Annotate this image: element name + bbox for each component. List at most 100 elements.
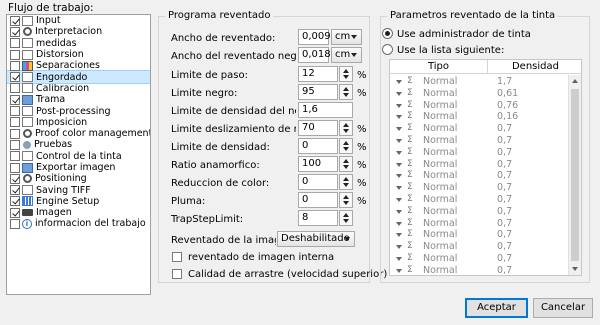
expand-arrow-icon[interactable] — [396, 115, 402, 120]
scroll-thumb[interactable] — [571, 89, 579, 261]
table-row[interactable]: Σ Normal 0,7 — [390, 135, 568, 147]
workflow-item-checkbox[interactable] — [10, 38, 20, 49]
workflow-item[interactable]: Pruebas — [7, 139, 150, 150]
ink-table[interactable]: Tipo Densidad Σ Normal 1,7 Σ Normal 0,61 Σ Norm… — [389, 59, 582, 276]
trapsteplimit-spinner[interactable] — [339, 210, 353, 226]
workflow-item[interactable]: Input — [7, 15, 150, 26]
table-row[interactable]: Σ Normal 0,7 — [390, 218, 568, 230]
workflow-item[interactable]: Positioning — [7, 173, 150, 184]
workflow-item[interactable]: i informacion del trabajo — [7, 218, 150, 229]
ink-type-cell[interactable]: Normal — [423, 170, 457, 181]
workflow-item-checkbox[interactable] — [10, 94, 20, 105]
workflow-item-checkbox[interactable] — [10, 15, 20, 26]
color-reduction-spinner[interactable] — [339, 174, 353, 190]
workflow-item[interactable]: Separaciones — [7, 60, 150, 71]
ink-type-cell[interactable]: Normal — [423, 111, 457, 122]
ink-type-cell[interactable]: Normal — [423, 100, 457, 111]
ink-type-cell[interactable]: Normal — [423, 241, 457, 252]
workflow-item[interactable]: medidas — [7, 38, 150, 49]
density-limit-input[interactable]: 0 — [298, 138, 338, 154]
ink-density-cell[interactable]: 0,7 — [497, 159, 512, 170]
workflow-item-checkbox[interactable] — [10, 106, 20, 117]
image-trap-select[interactable]: Deshabilitado — [277, 231, 355, 247]
table-row[interactable]: Σ Normal 0,76 — [390, 100, 568, 112]
ink-density-cell[interactable]: 1,7 — [497, 76, 512, 87]
workflow-item-checkbox[interactable] — [10, 173, 20, 184]
workflow-item[interactable]: Imposicion — [7, 117, 150, 128]
ink-density-cell[interactable]: 0,16 — [497, 111, 518, 122]
workflow-item[interactable]: Imagen — [7, 207, 150, 218]
table-row[interactable]: Σ Normal 0,7 — [390, 182, 568, 194]
workflow-item[interactable]: Saving TIFF — [7, 184, 150, 196]
trap-width-unit-select[interactable]: cm — [331, 29, 362, 45]
workflow-item[interactable]: Interpretacion — [7, 26, 150, 37]
step-limit-input[interactable]: 12 — [298, 66, 338, 82]
ink-type-cell[interactable]: Normal — [423, 147, 457, 158]
black-limit-input[interactable]: 95 — [298, 84, 338, 100]
expand-arrow-icon[interactable] — [396, 162, 402, 167]
ink-density-cell[interactable]: 0,7 — [497, 206, 512, 217]
ink-type-cell[interactable]: Normal — [423, 182, 457, 193]
ink-density-cell[interactable]: 0,61 — [497, 88, 518, 99]
expand-arrow-icon[interactable] — [396, 80, 402, 84]
table-row[interactable]: Σ Normal 0,7 — [390, 123, 568, 135]
table-row[interactable]: Σ Normal 0,7 — [390, 265, 568, 275]
expand-arrow-icon[interactable] — [396, 198, 402, 202]
workflow-item-checkbox[interactable] — [10, 72, 20, 83]
table-row[interactable]: Σ Normal 0,7 — [390, 170, 568, 182]
table-row[interactable]: Σ Normal 0,7 — [390, 147, 568, 159]
scroll-down-icon[interactable] — [572, 267, 578, 271]
table-row[interactable]: Σ Normal 1,7 — [390, 76, 568, 88]
ink-type-cell[interactable]: Normal — [423, 159, 457, 170]
black-limit-spinner[interactable] — [339, 84, 353, 100]
expand-arrow-icon[interactable] — [396, 245, 402, 250]
workflow-item-checkbox[interactable] — [10, 83, 20, 94]
workflow-item-checkbox[interactable] — [10, 128, 20, 139]
workflow-item-checkbox[interactable] — [10, 139, 20, 150]
step-limit-spinner[interactable] — [339, 66, 353, 82]
workflow-item[interactable]: Engordado — [7, 70, 150, 84]
drag-quality-checkbox[interactable] — [172, 269, 182, 279]
sliding-limit-spinner[interactable] — [339, 120, 353, 136]
expand-arrow-icon[interactable] — [396, 268, 402, 273]
expand-arrow-icon[interactable] — [396, 139, 402, 143]
expand-arrow-icon[interactable] — [396, 233, 402, 238]
ink-density-cell[interactable]: 0,7 — [497, 135, 512, 146]
expand-arrow-icon[interactable] — [396, 174, 402, 179]
workflow-item-checkbox[interactable] — [10, 26, 20, 37]
ink-type-cell[interactable]: Normal — [423, 265, 457, 275]
ink-density-cell[interactable]: 0,7 — [497, 265, 512, 275]
ink-density-cell[interactable]: 0,76 — [497, 100, 518, 111]
workflow-item[interactable]: Exportar imagen — [7, 162, 150, 173]
workflow-list[interactable]: Input Interpretacion medidas Distorsion Sepa… — [6, 14, 151, 295]
table-row[interactable]: Σ Normal 0,16 — [390, 111, 568, 123]
anamorphic-ratio-spinner[interactable] — [339, 156, 353, 172]
workflow-item-checkbox[interactable] — [10, 162, 20, 173]
color-reduction-input[interactable]: 0 — [298, 174, 338, 190]
workflow-item[interactable]: Calibracion — [7, 83, 150, 94]
ink-type-cell[interactable]: Normal — [423, 76, 457, 87]
workflow-item-checkbox[interactable] — [10, 117, 20, 128]
table-row[interactable]: Σ Normal 0,7 — [390, 229, 568, 241]
black-density-limit-input[interactable]: 1,6 — [298, 102, 353, 118]
workflow-item-checkbox[interactable] — [10, 60, 20, 71]
table-row[interactable]: Σ Normal 0,7 — [390, 253, 568, 265]
scroll-up-icon[interactable] — [572, 79, 578, 83]
ink-manager-radio[interactable] — [382, 28, 393, 39]
table-row[interactable]: Σ Normal 0,7 — [390, 194, 568, 206]
workflow-item[interactable]: Trama — [7, 94, 150, 105]
expand-arrow-icon[interactable] — [396, 127, 402, 132]
workflow-item-checkbox[interactable] — [10, 196, 20, 207]
table-row[interactable]: Σ Normal 0,7 — [390, 206, 568, 218]
trap-width-input[interactable]: 0,009 — [298, 29, 331, 45]
accept-button[interactable]: Aceptar — [465, 298, 528, 318]
expand-arrow-icon[interactable] — [396, 186, 402, 191]
ink-type-cell[interactable]: Normal — [423, 88, 457, 99]
cancel-button[interactable]: Cancelar — [533, 298, 593, 318]
expand-arrow-icon[interactable] — [396, 257, 402, 261]
workflow-item-checkbox[interactable] — [10, 151, 20, 162]
table-row[interactable]: Σ Normal 0,61 — [390, 88, 568, 100]
ink-density-cell[interactable]: 0,7 — [497, 229, 512, 240]
ink-density-cell[interactable]: 0,7 — [497, 218, 512, 229]
feather-input[interactable]: 0 — [298, 192, 338, 208]
